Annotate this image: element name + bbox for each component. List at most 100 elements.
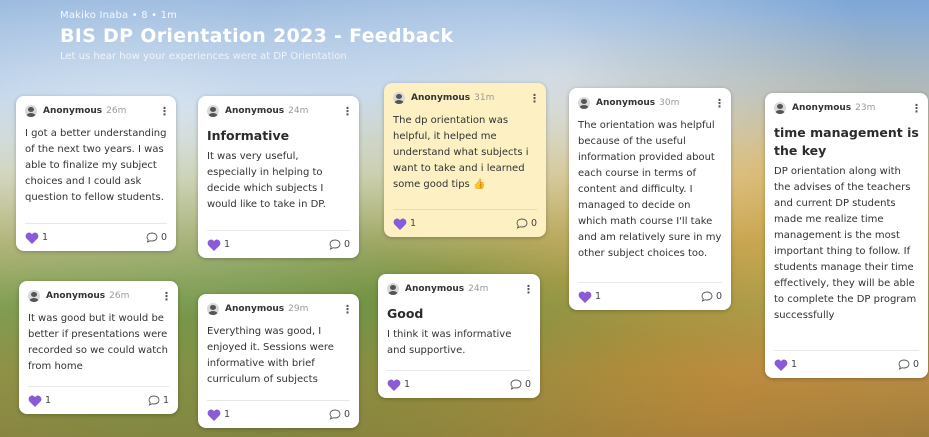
board-subtitle: Let us hear how your experiences were at…	[60, 51, 347, 62]
heart-icon	[387, 379, 401, 391]
comment-count: 0	[160, 232, 167, 243]
comment-button[interactable]: 0	[701, 291, 722, 302]
comment-bubble-icon	[329, 409, 341, 420]
like-button[interactable]: 1	[207, 409, 230, 421]
like-count: 1	[410, 218, 417, 229]
post-card[interactable]: Anonymous 24m ⋮ Good I think it was inform…	[378, 274, 540, 398]
post-card[interactable]: Anonymous 29m ⋮ Everything was good, I enj…	[198, 294, 359, 428]
comment-count: 0	[343, 409, 350, 420]
heart-icon	[25, 232, 39, 244]
avatar-icon	[207, 303, 219, 315]
post-time: 29m	[288, 304, 309, 314]
post-body: I think it was informative and supportiv…	[387, 329, 512, 357]
heart-icon	[207, 239, 221, 251]
post-time: 31m	[474, 93, 495, 103]
avatar-icon	[774, 102, 786, 114]
like-button[interactable]: 1	[25, 232, 48, 244]
like-count: 1	[791, 359, 798, 370]
comment-count: 1	[162, 395, 169, 406]
like-button[interactable]: 1	[393, 218, 416, 230]
avatar-icon	[207, 105, 219, 117]
post-time: 30m	[659, 98, 680, 108]
post-card[interactable]: Anonymous 26m ⋮ I got a better understandi…	[16, 96, 176, 251]
like-button[interactable]: 1	[28, 395, 51, 407]
kebab-menu-icon[interactable]: ⋮	[342, 304, 353, 315]
heart-icon	[207, 409, 221, 421]
comment-button[interactable]: 0	[898, 359, 919, 370]
like-button[interactable]: 1	[387, 379, 410, 391]
post-body: Everything was good, I enjoyed it. Sessi…	[207, 326, 334, 385]
post-time: 26m	[109, 291, 130, 301]
post-time: 24m	[288, 106, 309, 116]
comment-button[interactable]: 0	[329, 409, 350, 420]
heart-icon	[774, 359, 788, 371]
post-body: It was good but it would be better if pr…	[28, 313, 168, 372]
post-heading: time management is the key	[774, 125, 919, 159]
avatar-icon	[578, 97, 590, 109]
heart-icon	[393, 218, 407, 230]
comment-bubble-icon	[329, 239, 341, 250]
post-card[interactable]: Anonymous 23m ⋮ time management is the key…	[765, 93, 928, 378]
avatar-icon	[393, 92, 405, 104]
comment-bubble-icon	[898, 359, 910, 370]
comment-button[interactable]: 1	[148, 395, 169, 406]
kebab-menu-icon[interactable]: ⋮	[714, 98, 725, 109]
post-body: The dp orientation was helpful, it helpe…	[393, 115, 529, 190]
like-count: 1	[45, 395, 52, 406]
post-heading: Informative	[207, 128, 290, 143]
like-count: 1	[595, 291, 602, 302]
like-button[interactable]: 1	[578, 291, 601, 303]
post-card[interactable]: Anonymous 26m ⋮ It was good but it would b…	[19, 281, 178, 414]
post-author: Anonymous	[596, 98, 656, 108]
comment-bubble-icon	[516, 218, 528, 229]
comment-count: 0	[715, 291, 722, 302]
post-author: Anonymous	[46, 291, 106, 301]
comment-button[interactable]: 0	[146, 232, 167, 243]
comment-button[interactable]: 0	[510, 379, 531, 390]
post-body: DP orientation along with the advises of…	[774, 166, 917, 322]
post-author: Anonymous	[405, 284, 465, 294]
post-card[interactable]: Anonymous 31m ⋮ The dp orientation was hel…	[384, 83, 546, 237]
like-count: 1	[42, 232, 49, 243]
post-author: Anonymous	[225, 106, 285, 116]
kebab-menu-icon[interactable]: ⋮	[911, 103, 922, 114]
post-time: 23m	[855, 103, 876, 113]
like-count: 1	[224, 409, 231, 420]
like-count: 1	[404, 379, 411, 390]
post-card[interactable]: Anonymous 24m ⋮ Informative It was very us…	[198, 96, 359, 258]
kebab-menu-icon[interactable]: ⋮	[529, 93, 540, 104]
like-button[interactable]: 1	[774, 359, 797, 371]
post-author: Anonymous	[43, 106, 103, 116]
avatar-icon	[387, 283, 399, 295]
comment-button[interactable]: 0	[516, 218, 537, 229]
post-body: I got a better understanding of the next…	[25, 128, 167, 203]
heart-icon	[28, 395, 42, 407]
post-body: The orientation was helpful because of t…	[578, 120, 722, 259]
comment-bubble-icon	[146, 232, 158, 243]
kebab-menu-icon[interactable]: ⋮	[161, 291, 172, 302]
comment-count: 0	[524, 379, 531, 390]
post-card[interactable]: Anonymous 30m ⋮ The orientation was helpfu…	[569, 88, 731, 310]
post-body: It was very useful, especially in helpin…	[207, 151, 326, 211]
comment-bubble-icon	[148, 395, 160, 406]
comment-bubble-icon	[510, 379, 522, 390]
board-meta: Makiko Inaba • 8 • 1m	[60, 10, 178, 21]
kebab-menu-icon[interactable]: ⋮	[342, 106, 353, 117]
board-header: Makiko Inaba • 8 • 1m BIS DP Orientation…	[60, 10, 453, 62]
kebab-menu-icon[interactable]: ⋮	[159, 106, 170, 117]
post-heading: Good	[387, 306, 424, 321]
like-button[interactable]: 1	[207, 239, 230, 251]
board-title: BIS DP Orientation 2023 - Feedback	[60, 25, 454, 47]
comment-count: 0	[343, 239, 350, 250]
post-author: Anonymous	[225, 304, 285, 314]
post-author: Anonymous	[792, 103, 852, 113]
avatar-icon	[25, 105, 37, 117]
kebab-menu-icon[interactable]: ⋮	[523, 284, 534, 295]
like-count: 1	[224, 239, 231, 250]
comment-count: 0	[912, 359, 919, 370]
comment-bubble-icon	[701, 291, 713, 302]
comment-button[interactable]: 0	[329, 239, 350, 250]
post-author: Anonymous	[411, 93, 471, 103]
post-time: 24m	[468, 284, 489, 294]
post-time: 26m	[106, 106, 127, 116]
